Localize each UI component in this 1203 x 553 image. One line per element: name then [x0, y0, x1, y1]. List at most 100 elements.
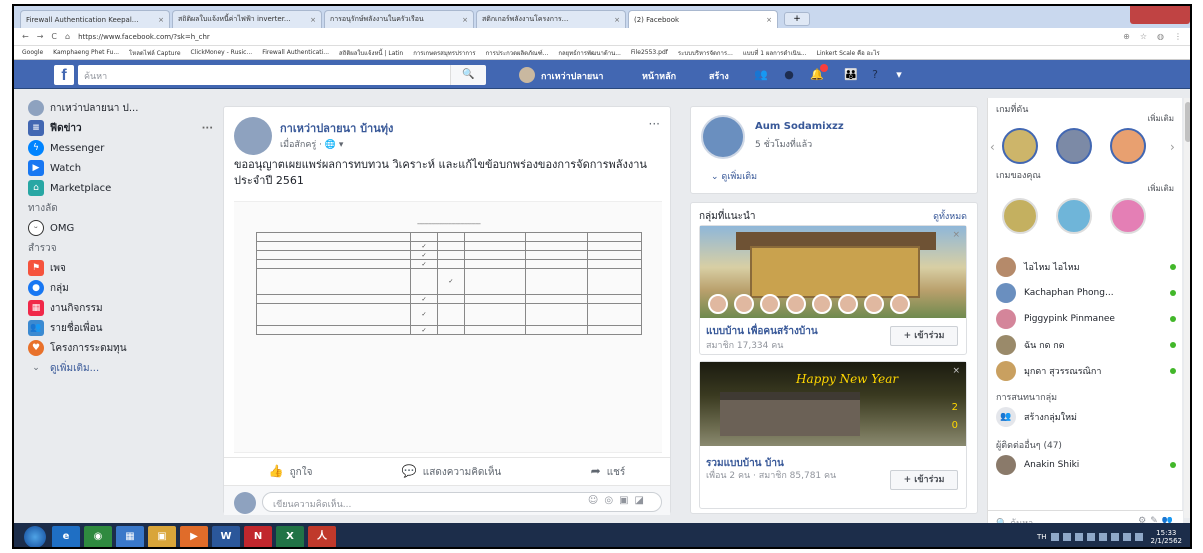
- chevron-left-icon[interactable]: ‹: [990, 140, 995, 154]
- profile-name-link[interactable]: กาเหว่าปลายนา: [541, 69, 603, 83]
- sidebar-item-news-feed[interactable]: ≡ ฟีดข่าว ···: [28, 118, 213, 138]
- bookmark-item[interactable]: ClickMoney - Rusic...: [191, 49, 253, 56]
- bookmark-star-icon[interactable]: ☆: [1140, 32, 1147, 41]
- tray-icon[interactable]: [1062, 533, 1071, 541]
- game-icon[interactable]: [1002, 198, 1038, 234]
- bookmark-item[interactable]: กลยุทธ์การพัฒนาด้าน...: [558, 48, 621, 58]
- contact-row[interactable]: มุกดา สุวรรณรณิกา: [996, 358, 1176, 384]
- contact-row[interactable]: ฉัน กด กด: [996, 332, 1176, 358]
- comment-button[interactable]: 💬 แสดงความคิดเห็น: [402, 464, 501, 480]
- emoji-icon[interactable]: ☺: [588, 495, 604, 506]
- bookmark-item[interactable]: การประกวดผลิตภัณฑ์...: [486, 48, 549, 58]
- acrobat-icon[interactable]: 人: [308, 526, 336, 547]
- sidebar-item-profile[interactable]: กาเหว่าปลายนา ป...: [28, 98, 213, 118]
- share-button[interactable]: ➦ แชร์: [591, 464, 626, 480]
- close-tab-icon[interactable]: ×: [614, 16, 620, 24]
- contact-row[interactable]: Kachaphan Phong...: [996, 280, 1176, 306]
- sidebar-item-watch[interactable]: ▶ Watch: [28, 158, 213, 178]
- post-timestamp[interactable]: เมื่อสักครู่ · 🌐 ▾: [280, 137, 343, 151]
- see-more-link[interactable]: ⌄ ดูเพิ่มเติม...: [28, 358, 213, 378]
- sticker-icon[interactable]: ◪: [635, 495, 650, 506]
- browser-tab[interactable]: สติกเกอร์พลังงานโครงการ... ×: [476, 10, 626, 28]
- close-tab-icon[interactable]: ×: [310, 16, 316, 24]
- bookmark-item[interactable]: Google: [22, 49, 43, 56]
- story-avatar[interactable]: [1110, 128, 1146, 164]
- tray-icon[interactable]: [1074, 533, 1083, 541]
- search-input[interactable]: ค้นหา: [78, 65, 474, 85]
- bookmark-item[interactable]: สถิติผลใบแจ้งหนี้ | Latin: [339, 48, 403, 58]
- media-icon[interactable]: ▦: [116, 526, 144, 547]
- story-avatar[interactable]: [1002, 128, 1038, 164]
- bookmark-item[interactable]: Kamphaeng Phet Fu...: [53, 49, 119, 56]
- sidebar-item-events[interactable]: ▦ งานกิจกรรม: [28, 298, 213, 318]
- sidebar-item-messenger[interactable]: ϟ Messenger: [28, 138, 213, 158]
- player-icon[interactable]: ▶: [180, 526, 208, 547]
- sidebar-item-pages[interactable]: ⚑ เพจ: [28, 258, 213, 278]
- post-author[interactable]: กาเหว่าปลายนา บ้านทุ่ง: [280, 119, 393, 137]
- bookmark-item[interactable]: แบบที่ 1 ผลการดำเนิน...: [743, 48, 807, 58]
- bookmark-item[interactable]: Firewall Authenticati...: [262, 49, 329, 56]
- word-icon[interactable]: W: [212, 526, 240, 547]
- contact-row[interactable]: Anakin Shiki: [996, 452, 1176, 478]
- bookmark-item[interactable]: Linkert Scale คือ อะไร: [817, 48, 880, 58]
- sidebar-item-groups[interactable]: ● กลุ่ม: [28, 278, 213, 298]
- sidebar-item-fundraisers[interactable]: ♥ โครงการระดมทุน: [28, 338, 213, 358]
- facebook-logo[interactable]: f: [54, 65, 74, 85]
- gif-icon[interactable]: ▣: [619, 495, 634, 506]
- see-more-link[interactable]: ⌄ ดูเพิ่มเติม: [711, 169, 757, 183]
- avatar[interactable]: [234, 117, 272, 155]
- language-indicator[interactable]: TH: [1037, 533, 1047, 541]
- forward-icon[interactable]: →: [37, 32, 44, 41]
- browser-tab-active[interactable]: (2) Facebook ×: [628, 10, 778, 28]
- search-icon[interactable]: 🔍: [450, 65, 486, 85]
- contact-row[interactable]: ไอไหม ไอไหม: [996, 254, 1176, 280]
- extension-icon[interactable]: ◍: [1157, 32, 1164, 41]
- network-icon[interactable]: [1122, 533, 1131, 541]
- tray-icon[interactable]: [1086, 533, 1095, 541]
- group-name[interactable]: แบบบ้าน เพื่อคนสร้างบ้าน: [706, 324, 818, 339]
- see-more-link[interactable]: เพิ่มเติม: [1148, 182, 1174, 195]
- see-more-link[interactable]: เพิ่มเติม: [1148, 112, 1174, 125]
- account-menu-icon[interactable]: ▾: [892, 68, 906, 82]
- close-tab-icon[interactable]: ×: [158, 16, 164, 24]
- ie-icon[interactable]: e: [52, 526, 80, 547]
- avatar[interactable]: [701, 115, 745, 159]
- friend-requests-icon[interactable]: 👥: [754, 68, 768, 82]
- game-icon[interactable]: [1110, 198, 1146, 234]
- story-avatar[interactable]: [1056, 128, 1092, 164]
- create-group-button[interactable]: 👥 สร้างกลุ่มใหม่: [996, 404, 1176, 430]
- bookmark-item[interactable]: ระบบบริหารจัดการ...: [678, 48, 733, 58]
- browser-tab[interactable]: สถิติผลใบแจ้งหนี้ค่าไฟฟ้า inverter... ×: [172, 10, 322, 28]
- zoom-icon[interactable]: ⊕: [1123, 32, 1130, 41]
- clock[interactable]: 15:33 2/1/2562: [1151, 529, 1182, 545]
- group-cover-image[interactable]: ×: [700, 226, 966, 318]
- browser-tab[interactable]: การอนุรักษ์พลังงานในครัวเรือน ×: [324, 10, 474, 28]
- bookmark-item[interactable]: File2553.pdf: [631, 49, 668, 56]
- window-controls[interactable]: [1130, 6, 1190, 24]
- start-button[interactable]: [24, 526, 46, 547]
- browser-tab[interactable]: Firewall Authentication Keepal... ×: [20, 10, 170, 28]
- post-document-image[interactable]: ━━━━━━━━━━━━━━━━━━━━━━━━━━━━━━━━━━━ ✓ ✓ …: [234, 201, 662, 453]
- tray-icon[interactable]: [1098, 533, 1107, 541]
- volume-icon[interactable]: [1134, 533, 1143, 541]
- join-group-button[interactable]: + เข้าร่วม: [890, 470, 958, 490]
- close-icon[interactable]: ×: [952, 230, 960, 240]
- chrome-icon[interactable]: ◉: [84, 526, 112, 547]
- see-all-link[interactable]: ดูทั้งหมด: [933, 209, 967, 223]
- camera-icon[interactable]: ◎: [604, 495, 619, 506]
- game-icon[interactable]: [1056, 198, 1092, 234]
- reload-icon[interactable]: C: [51, 32, 57, 41]
- sidebar-item-omg[interactable]: ᵕ OMG: [28, 218, 213, 238]
- close-icon[interactable]: ×: [952, 366, 960, 376]
- back-icon[interactable]: ←: [22, 32, 29, 41]
- group-name[interactable]: รวมแบบบ้าน บ้าน: [706, 456, 784, 471]
- avatar[interactable]: [519, 67, 535, 83]
- home-icon[interactable]: ⌂: [65, 32, 70, 41]
- tray-icon[interactable]: [1110, 533, 1119, 541]
- sidebar-item-friends-list[interactable]: 👥 รายชื่อเพื่อน: [28, 318, 213, 338]
- pdf-reader-icon[interactable]: N: [244, 526, 272, 547]
- chevron-right-icon[interactable]: ›: [1170, 140, 1175, 154]
- tray-icon[interactable]: [1050, 533, 1059, 541]
- close-tab-icon[interactable]: ×: [462, 16, 468, 24]
- home-link[interactable]: หน้าหลัก: [642, 69, 676, 83]
